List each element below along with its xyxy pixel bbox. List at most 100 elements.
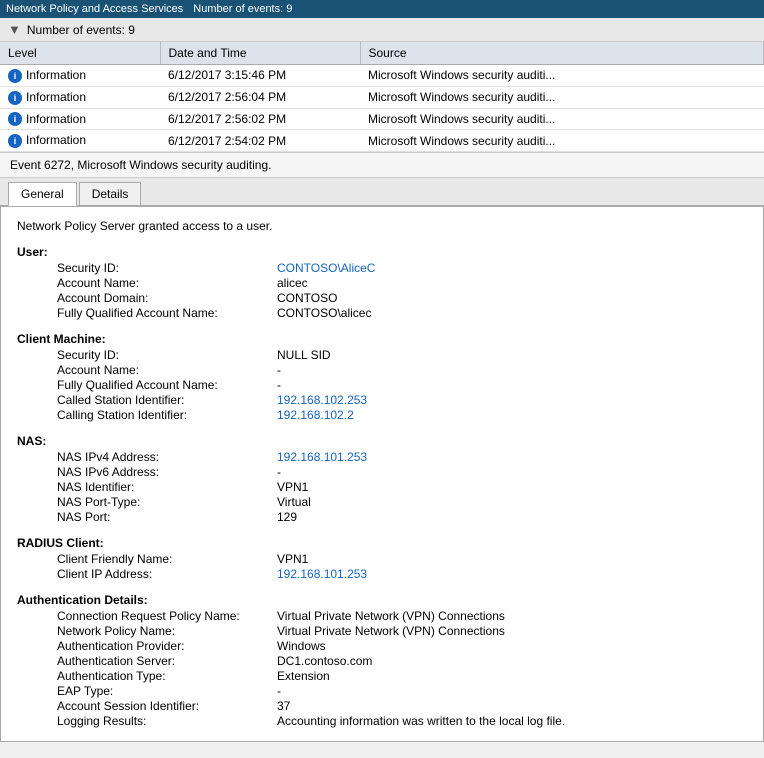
tab-general[interactable]: General bbox=[8, 182, 77, 206]
field-value: Virtual Private Network (VPN) Connection… bbox=[277, 624, 505, 638]
field-name: Authentication Server: bbox=[57, 654, 277, 668]
field-row: Calling Station Identifier:192.168.102.2 bbox=[57, 408, 747, 422]
detail-heading: Network Policy Server granted access to … bbox=[17, 219, 747, 233]
field-name: Calling Station Identifier: bbox=[57, 408, 277, 422]
field-name: Authentication Provider: bbox=[57, 639, 277, 653]
field-value: CONTOSO\alicec bbox=[277, 306, 371, 320]
field-value: 192.168.102.2 bbox=[277, 408, 354, 422]
field-value: VPN1 bbox=[277, 552, 308, 566]
field-name: Account Session Identifier: bbox=[57, 699, 277, 713]
field-value: CONTOSO\AliceC bbox=[277, 261, 375, 275]
field-name: NAS Port: bbox=[57, 510, 277, 524]
cell-datetime: 6/12/2017 2:54:02 PM bbox=[160, 130, 360, 152]
field-name: EAP Type: bbox=[57, 684, 277, 698]
field-name: Logging Results: bbox=[57, 714, 277, 728]
field-name: NAS Port-Type: bbox=[57, 495, 277, 509]
field-row: NAS IPv4 Address:192.168.101.253 bbox=[57, 450, 747, 464]
cell-source: Microsoft Windows security auditi... bbox=[360, 130, 764, 152]
app-title: Network Policy and Access Services bbox=[6, 3, 183, 15]
field-name: NAS Identifier: bbox=[57, 480, 277, 494]
table-header-row: Level Date and Time Source bbox=[0, 42, 764, 65]
field-name: Security ID: bbox=[57, 261, 277, 275]
field-value: - bbox=[277, 684, 281, 698]
field-name: NAS IPv4 Address: bbox=[57, 450, 277, 464]
col-source: Source bbox=[360, 42, 764, 65]
field-row: Connection Request Policy Name:Virtual P… bbox=[57, 609, 747, 623]
title-event-count: Number of events: 9 bbox=[193, 3, 292, 15]
field-row: Network Policy Name:Virtual Private Netw… bbox=[57, 624, 747, 638]
cell-source: Microsoft Windows security auditi... bbox=[360, 65, 764, 87]
field-name: Security ID: bbox=[57, 348, 277, 362]
field-value: Virtual Private Network (VPN) Connection… bbox=[277, 609, 505, 623]
table-row[interactable]: iInformation6/12/2017 2:56:04 PMMicrosof… bbox=[0, 86, 764, 108]
table-row[interactable]: iInformation6/12/2017 3:15:46 PMMicrosof… bbox=[0, 65, 764, 87]
info-icon: i bbox=[8, 91, 22, 105]
field-row: Authentication Provider:Windows bbox=[57, 639, 747, 653]
field-value: alicec bbox=[277, 276, 308, 290]
field-value: Virtual bbox=[277, 495, 311, 509]
field-name: Account Name: bbox=[57, 363, 277, 377]
events-table: Level Date and Time Source iInformation6… bbox=[0, 42, 764, 152]
field-value: 192.168.102.253 bbox=[277, 393, 367, 407]
cell-datetime: 6/12/2017 2:56:02 PM bbox=[160, 108, 360, 130]
cell-source: Microsoft Windows security auditi... bbox=[360, 108, 764, 130]
tab-details[interactable]: Details bbox=[79, 182, 142, 205]
field-row: Client IP Address:192.168.101.253 bbox=[57, 567, 747, 581]
field-value: - bbox=[277, 378, 281, 392]
section-label-1: Client Machine: bbox=[17, 332, 747, 346]
field-name: NAS IPv6 Address: bbox=[57, 465, 277, 479]
field-name: Client IP Address: bbox=[57, 567, 277, 581]
field-name: Authentication Type: bbox=[57, 669, 277, 683]
event-summary: Event 6272, Microsoft Windows security a… bbox=[0, 152, 764, 178]
field-value: - bbox=[277, 465, 281, 479]
field-row: NAS Port-Type:Virtual bbox=[57, 495, 747, 509]
field-value: DC1.contoso.com bbox=[277, 654, 372, 668]
cell-datetime: 6/12/2017 2:56:04 PM bbox=[160, 86, 360, 108]
filter-label: Number of events: 9 bbox=[27, 23, 135, 37]
field-row: Authentication Server:DC1.contoso.com bbox=[57, 654, 747, 668]
field-value: Extension bbox=[277, 669, 330, 683]
section-label-0: User: bbox=[17, 245, 747, 259]
col-level: Level bbox=[0, 42, 160, 65]
field-row: Account Domain:CONTOSO bbox=[57, 291, 747, 305]
tabs-bar: General Details bbox=[0, 178, 764, 206]
field-value: NULL SID bbox=[277, 348, 331, 362]
field-value: 192.168.101.253 bbox=[277, 450, 367, 464]
section-label-4: Authentication Details: bbox=[17, 593, 747, 607]
table-row[interactable]: iInformation6/12/2017 2:56:02 PMMicrosof… bbox=[0, 108, 764, 130]
field-row: NAS Identifier:VPN1 bbox=[57, 480, 747, 494]
event-summary-text: Event 6272, Microsoft Windows security a… bbox=[10, 158, 271, 172]
field-value: VPN1 bbox=[277, 480, 308, 494]
field-row: NAS Port:129 bbox=[57, 510, 747, 524]
cell-source: Microsoft Windows security auditi... bbox=[360, 86, 764, 108]
field-row: Client Friendly Name:VPN1 bbox=[57, 552, 747, 566]
section-label-2: NAS: bbox=[17, 434, 747, 448]
field-row: Called Station Identifier:192.168.102.25… bbox=[57, 393, 747, 407]
field-name: Fully Qualified Account Name: bbox=[57, 306, 277, 320]
cell-datetime: 6/12/2017 3:15:46 PM bbox=[160, 65, 360, 87]
field-value: 37 bbox=[277, 699, 290, 713]
info-icon: i bbox=[8, 112, 22, 126]
filter-icon: ▼ bbox=[8, 22, 21, 37]
cell-level: iInformation bbox=[0, 86, 160, 108]
detail-panel: Network Policy Server granted access to … bbox=[0, 206, 764, 742]
field-value: Accounting information was written to th… bbox=[277, 714, 565, 728]
field-row: Security ID:NULL SID bbox=[57, 348, 747, 362]
field-value: CONTOSO bbox=[277, 291, 337, 305]
field-row: Account Name:- bbox=[57, 363, 747, 377]
cell-level: iInformation bbox=[0, 130, 160, 152]
filter-bar: ▼ Number of events: 9 bbox=[0, 18, 764, 42]
table-row[interactable]: iInformation6/12/2017 2:54:02 PMMicrosof… bbox=[0, 130, 764, 152]
field-name: Called Station Identifier: bbox=[57, 393, 277, 407]
field-name: Connection Request Policy Name: bbox=[57, 609, 277, 623]
field-value: 192.168.101.253 bbox=[277, 567, 367, 581]
field-name: Client Friendly Name: bbox=[57, 552, 277, 566]
field-row: Account Name:alicec bbox=[57, 276, 747, 290]
field-row: EAP Type:- bbox=[57, 684, 747, 698]
title-bar: Network Policy and Access Services Numbe… bbox=[0, 0, 764, 18]
field-name: Network Policy Name: bbox=[57, 624, 277, 638]
field-row: Fully Qualified Account Name:- bbox=[57, 378, 747, 392]
info-icon: i bbox=[8, 134, 22, 148]
field-row: NAS IPv6 Address:- bbox=[57, 465, 747, 479]
field-row: Fully Qualified Account Name:CONTOSO\ali… bbox=[57, 306, 747, 320]
